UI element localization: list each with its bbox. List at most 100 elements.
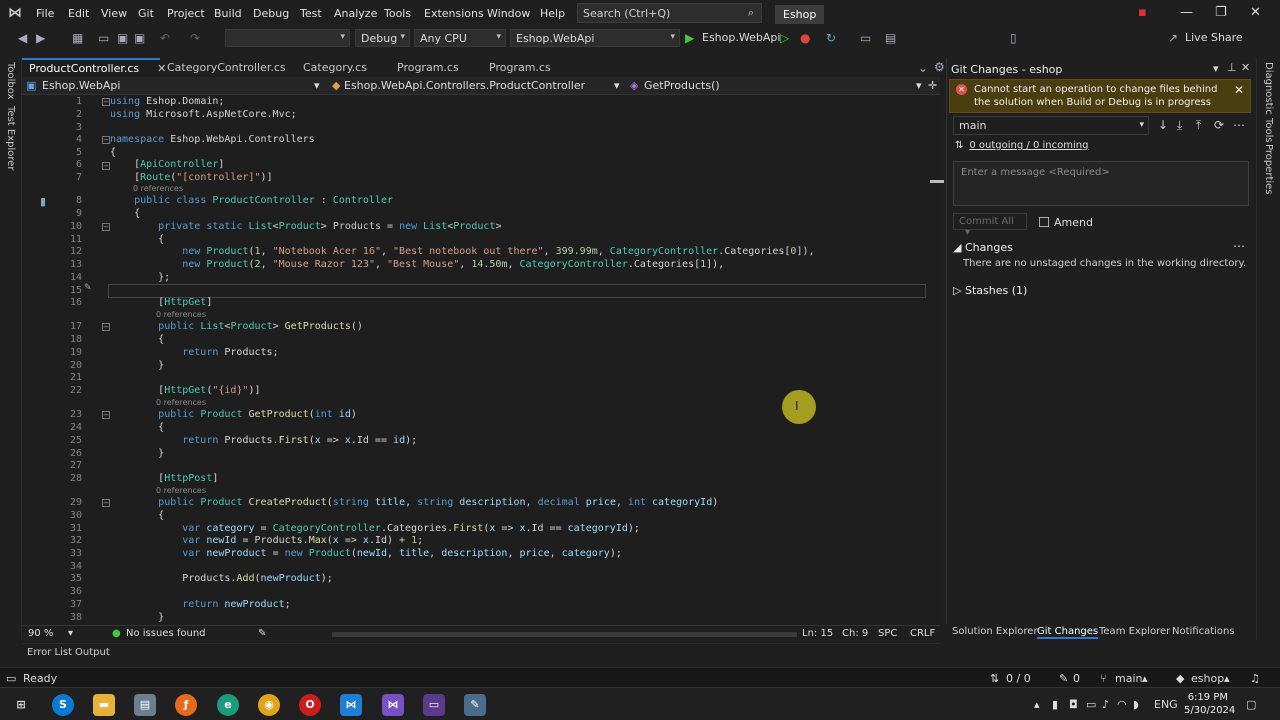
menu-tools[interactable]: Tools	[384, 7, 411, 20]
fold-toggle-icon[interactable]: −	[102, 136, 110, 144]
file-explorer-icon[interactable]: ▬	[93, 694, 115, 716]
codelens-references[interactable]: 0 references	[156, 398, 206, 409]
configuration-select[interactable]: Debug ▾	[355, 29, 410, 47]
tray-volume-icon[interactable]: ◗	[1133, 698, 1139, 711]
browser-icon[interactable]: ▭	[860, 31, 871, 45]
tray-overflow-icon[interactable]: ▴	[1034, 698, 1040, 711]
zoom-level[interactable]: 90 %	[28, 628, 53, 639]
split-view-icon[interactable]: ✛	[928, 79, 937, 92]
undo-icon[interactable]: ↶	[160, 31, 170, 45]
start-without-debugging-icon[interactable]: ▷	[780, 31, 789, 45]
settings-gear-icon[interactable]: ⚙	[934, 60, 945, 74]
edge-icon[interactable]: e	[217, 694, 239, 716]
menu-file[interactable]: File	[36, 7, 54, 20]
layout-icon[interactable]: ▤	[885, 31, 896, 45]
open-folder-icon[interactable]: ▭	[98, 31, 109, 45]
run-button[interactable]: Eshop.WebApi	[702, 31, 780, 44]
clock[interactable]: 6:19 PM 5/30/2024	[1184, 691, 1235, 717]
whitespace-indicator[interactable]: SPC	[878, 628, 897, 639]
hot-reload-icon[interactable]: ●	[800, 31, 810, 45]
maximize-icon[interactable]: ❐	[1215, 5, 1227, 20]
fold-toggle-icon[interactable]: −	[102, 323, 110, 331]
fold-toggle-icon[interactable]: −	[102, 499, 110, 507]
visual-studio-icon[interactable]: ⋈	[382, 694, 404, 716]
dismiss-warning-icon[interactable]: ✕	[1234, 83, 1244, 97]
vertical-scrollbar[interactable]	[926, 95, 944, 625]
back-icon[interactable]: ◀	[18, 31, 27, 45]
tab-program-2[interactable]: Program.cs	[482, 58, 558, 77]
platform-select[interactable]: Any CPU ▾	[414, 29, 506, 47]
brush-icon[interactable]: ✎	[258, 628, 266, 639]
ch-indicator[interactable]: Ch: 9	[842, 628, 868, 639]
stashes-section[interactable]: ▷ Stashes (1)	[953, 284, 1027, 297]
issues-status[interactable]: No issues found	[126, 628, 206, 639]
nav-member[interactable]: GetProducts()	[644, 79, 720, 92]
empty-combo[interactable]: ▾	[225, 29, 350, 47]
commit-all-button[interactable]: Commit All ▾	[953, 213, 1027, 238]
startup-project-select[interactable]: Eshop.WebApi ▾	[510, 29, 680, 47]
repo-caret-icon[interactable]: ▴	[1224, 672, 1230, 685]
menu-window[interactable]: Window	[487, 7, 530, 20]
output-panel-icon[interactable]: ▭	[6, 672, 16, 685]
paint-icon[interactable]: ✎	[464, 694, 486, 716]
tray-display-icon[interactable]: ▭	[1086, 698, 1096, 711]
tray-wifi-icon[interactable]: ◠	[1117, 698, 1127, 711]
horizontal-scrollbar[interactable]	[332, 632, 797, 637]
menu-test[interactable]: Test	[300, 7, 322, 20]
code-editor[interactable]: 1 using Eshop.Domain; 2 using Microsoft.As…	[22, 95, 940, 625]
codelens-references[interactable]: 0 references	[133, 184, 183, 195]
tab-notifications[interactable]: Notifications	[1172, 626, 1235, 637]
more-actions-icon[interactable]: ⋯	[1233, 118, 1245, 132]
fetch-icon[interactable]: ↓	[1158, 118, 1168, 132]
sync-icon[interactable]: ⟳	[1214, 118, 1224, 132]
live-share-icon[interactable]: ↗	[1168, 31, 1178, 45]
menu-edit[interactable]: Edit	[68, 7, 89, 20]
notification-center-icon[interactable]: ▢	[1246, 698, 1256, 711]
fold-toggle-icon[interactable]: −	[102, 411, 110, 419]
toolbox-tab[interactable]: Toolbox	[5, 62, 16, 100]
live-share-button[interactable]: Live Share	[1185, 31, 1243, 44]
lines-count[interactable]: 0 / 0	[1006, 672, 1031, 685]
nav-type[interactable]: Eshop.WebApi.Controllers.ProductControll…	[344, 79, 585, 92]
nav-project-chevron-icon[interactable]: ▾	[314, 79, 320, 92]
properties-tab[interactable]: Properties	[1263, 144, 1274, 195]
tab-productcontroller[interactable]: ProductController.cs ✕	[22, 58, 166, 77]
tab-program-1[interactable]: Program.cs	[390, 58, 466, 77]
ln-indicator[interactable]: Ln: 15	[802, 628, 833, 639]
commit-message-input[interactable]: Enter a message <Required>	[953, 161, 1249, 206]
quick-actions-brush-icon[interactable]: ✎	[84, 283, 92, 293]
status-branch[interactable]: main	[1115, 672, 1142, 685]
close-icon[interactable]: ✕	[1250, 5, 1261, 20]
zoom-chevron-icon[interactable]: ▾	[68, 628, 73, 639]
test-explorer-tab[interactable]: Test Explorer	[5, 106, 16, 171]
minimize-icon[interactable]: —	[1180, 5, 1193, 20]
skype-icon[interactable]: S	[52, 694, 74, 716]
notepad-icon[interactable]: ▤	[134, 694, 156, 716]
status-repo[interactable]: eshop	[1191, 672, 1224, 685]
menu-project[interactable]: Project	[167, 7, 205, 20]
nav-project[interactable]: Eshop.WebApi	[42, 79, 120, 92]
amend-checkbox[interactable]: Amend	[1039, 216, 1093, 229]
chrome-icon[interactable]: ◉	[258, 694, 280, 716]
diagnostic-tools-tab[interactable]: Diagnostic Tools	[1263, 62, 1274, 143]
fold-toggle-icon[interactable]: −	[102, 162, 110, 170]
pin-icon[interactable]: ⊥	[1227, 61, 1237, 74]
tab-list-chevron-icon[interactable]: ⌄	[918, 61, 928, 75]
pending-edits-count[interactable]: 0	[1073, 672, 1080, 685]
terminal-icon[interactable]: ▭	[423, 694, 445, 716]
notifications-bell-icon[interactable]: ♫	[1250, 672, 1260, 685]
tab-git-changes[interactable]: Git Changes	[1037, 626, 1099, 639]
fold-toggle-icon[interactable]: −	[102, 98, 110, 106]
codelens-references[interactable]: 0 references	[156, 486, 206, 497]
forward-icon[interactable]: ▶	[36, 31, 45, 45]
firefox-icon[interactable]: ƒ	[175, 694, 197, 716]
fold-toggle-icon[interactable]: −	[102, 223, 110, 231]
branch-caret-icon[interactable]: ▴	[1142, 672, 1148, 685]
tray-shield-icon[interactable]: ◘	[1069, 698, 1078, 711]
opera-icon[interactable]: O	[299, 694, 321, 716]
notification-badge-icon[interactable]: ▪	[1138, 5, 1147, 20]
tray-app-icon[interactable]: ▮	[1052, 698, 1058, 711]
windows-start-icon[interactable]: ⊞	[10, 694, 32, 716]
save-icon[interactable]: ▣	[117, 31, 128, 45]
changes-section-header[interactable]: ◢ Changes	[953, 241, 1013, 254]
